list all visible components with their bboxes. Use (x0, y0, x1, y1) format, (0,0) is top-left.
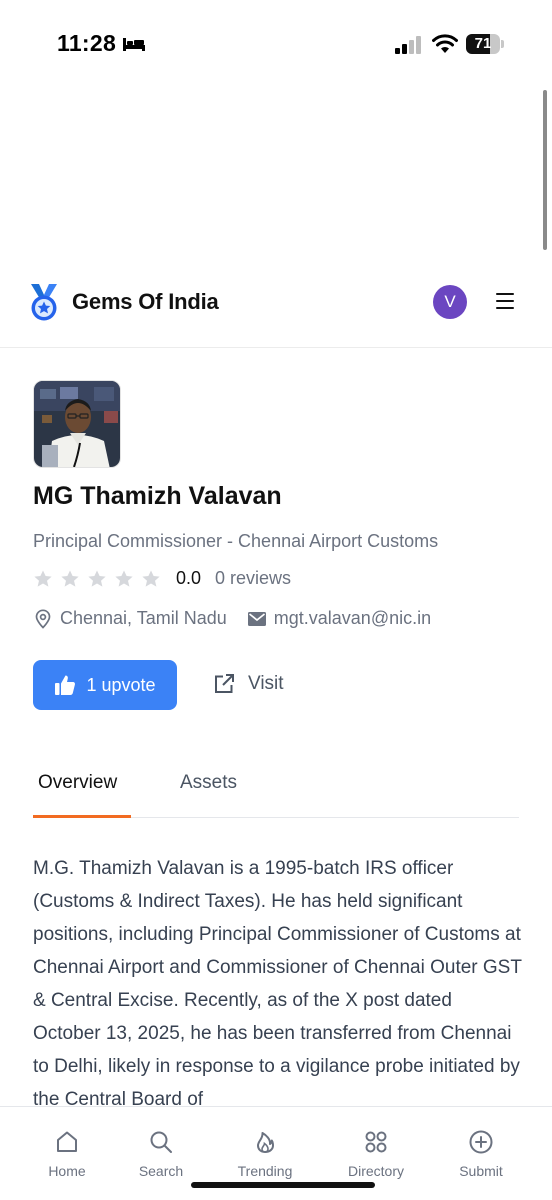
profile-tabs: Overview Assets (33, 760, 519, 818)
scrollbar[interactable] (543, 90, 547, 250)
brand-name: Gems Of India (72, 289, 219, 314)
nav-trending[interactable]: Trending (225, 1129, 305, 1179)
nav-search[interactable]: Search (121, 1129, 201, 1179)
tab-assets[interactable]: Assets (180, 772, 237, 794)
grid-icon (365, 1131, 387, 1153)
star-icon[interactable] (87, 569, 107, 589)
star-icon[interactable] (141, 569, 161, 589)
hamburger-menu-icon[interactable] (495, 292, 515, 310)
nav-submit-label: Submit (459, 1163, 503, 1179)
home-icon (57, 1131, 77, 1152)
profile-designation: Principal Commissioner - Chennai Airport… (33, 531, 439, 551)
contact-info: Chennai, Tamil Nadu mgt.valavan@nic.in (33, 608, 431, 629)
user-avatar[interactable]: V (433, 285, 467, 319)
upvote-label: 1 upvote (86, 674, 156, 695)
external-link-icon (215, 674, 234, 693)
map-pin-icon (35, 608, 51, 629)
battery-level: 71 (474, 35, 492, 52)
star-icon[interactable] (114, 569, 134, 589)
nav-search-label: Search (138, 1163, 184, 1179)
search-icon (150, 1131, 172, 1153)
nav-directory-label: Directory (347, 1163, 404, 1179)
mail-icon (247, 611, 266, 626)
flame-icon (257, 1132, 274, 1153)
nav-trending-label: Trending (237, 1163, 293, 1179)
home-indicator (191, 1182, 375, 1188)
rating-value: 0.0 (176, 568, 202, 588)
nav-home[interactable]: Home (27, 1129, 107, 1179)
nav-submit[interactable]: Submit (441, 1129, 521, 1179)
profile-photo (33, 380, 121, 468)
active-tab-indicator (33, 815, 131, 818)
overview-description: M.G. Thamizh Valavan is a 1995-batch IRS… (33, 858, 522, 1110)
email[interactable]: mgt.valavan@nic.in (247, 608, 431, 629)
thumbs-up-icon (55, 675, 76, 695)
email-text[interactable]: mgt.valavan@nic.in (274, 608, 431, 629)
nav-directory[interactable]: Directory (336, 1129, 416, 1179)
profile-name: MG Thamizh Valavan (33, 482, 282, 510)
person-portrait-image (34, 381, 120, 467)
star-icon[interactable] (33, 569, 53, 589)
star-rating[interactable] (33, 569, 168, 589)
review-count[interactable]: 0 reviews (215, 568, 291, 589)
location: Chennai, Tamil Nadu (33, 608, 227, 629)
star-icon[interactable] (60, 569, 80, 589)
app-header: Gems Of India V (0, 268, 552, 348)
signal-icon (395, 36, 421, 54)
visit-label: Visit (248, 673, 284, 694)
location-text: Chennai, Tamil Nadu (60, 608, 227, 628)
wifi-icon (432, 34, 458, 53)
plus-circle-icon (469, 1130, 493, 1154)
battery-indicator: 71 (466, 34, 504, 54)
visit-link[interactable]: Visit (212, 672, 284, 696)
upvote-button[interactable]: 1 upvote (33, 660, 177, 710)
brand-logo-link[interactable]: Gems Of India (26, 282, 219, 322)
status-bar: 11:28 71 (0, 0, 552, 90)
nav-home-label: Home (48, 1163, 86, 1179)
bed-icon (123, 38, 145, 51)
rating-row: 0.0 0 reviews (33, 568, 291, 589)
medal-star-icon (31, 284, 57, 321)
tab-overview[interactable]: Overview (38, 772, 117, 794)
status-time: 11:28 (57, 30, 117, 56)
